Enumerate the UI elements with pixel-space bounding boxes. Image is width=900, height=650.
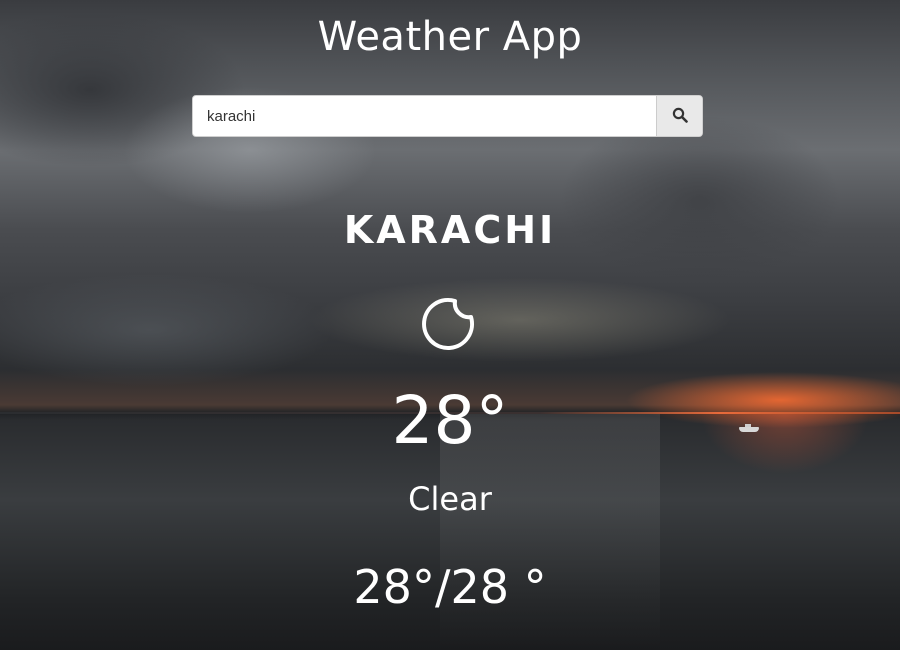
search-icon [672,107,688,126]
app-title: Weather App [317,14,583,60]
weather-condition: Clear [408,480,492,518]
current-temperature: 28° [391,382,509,459]
search-button[interactable] [656,96,702,136]
moon-icon [419,295,477,353]
temperature-range: 28°/28 ° [353,560,547,614]
city-name: KARACHI [343,208,557,252]
search-input[interactable] [193,96,656,136]
search-bar [192,95,703,137]
